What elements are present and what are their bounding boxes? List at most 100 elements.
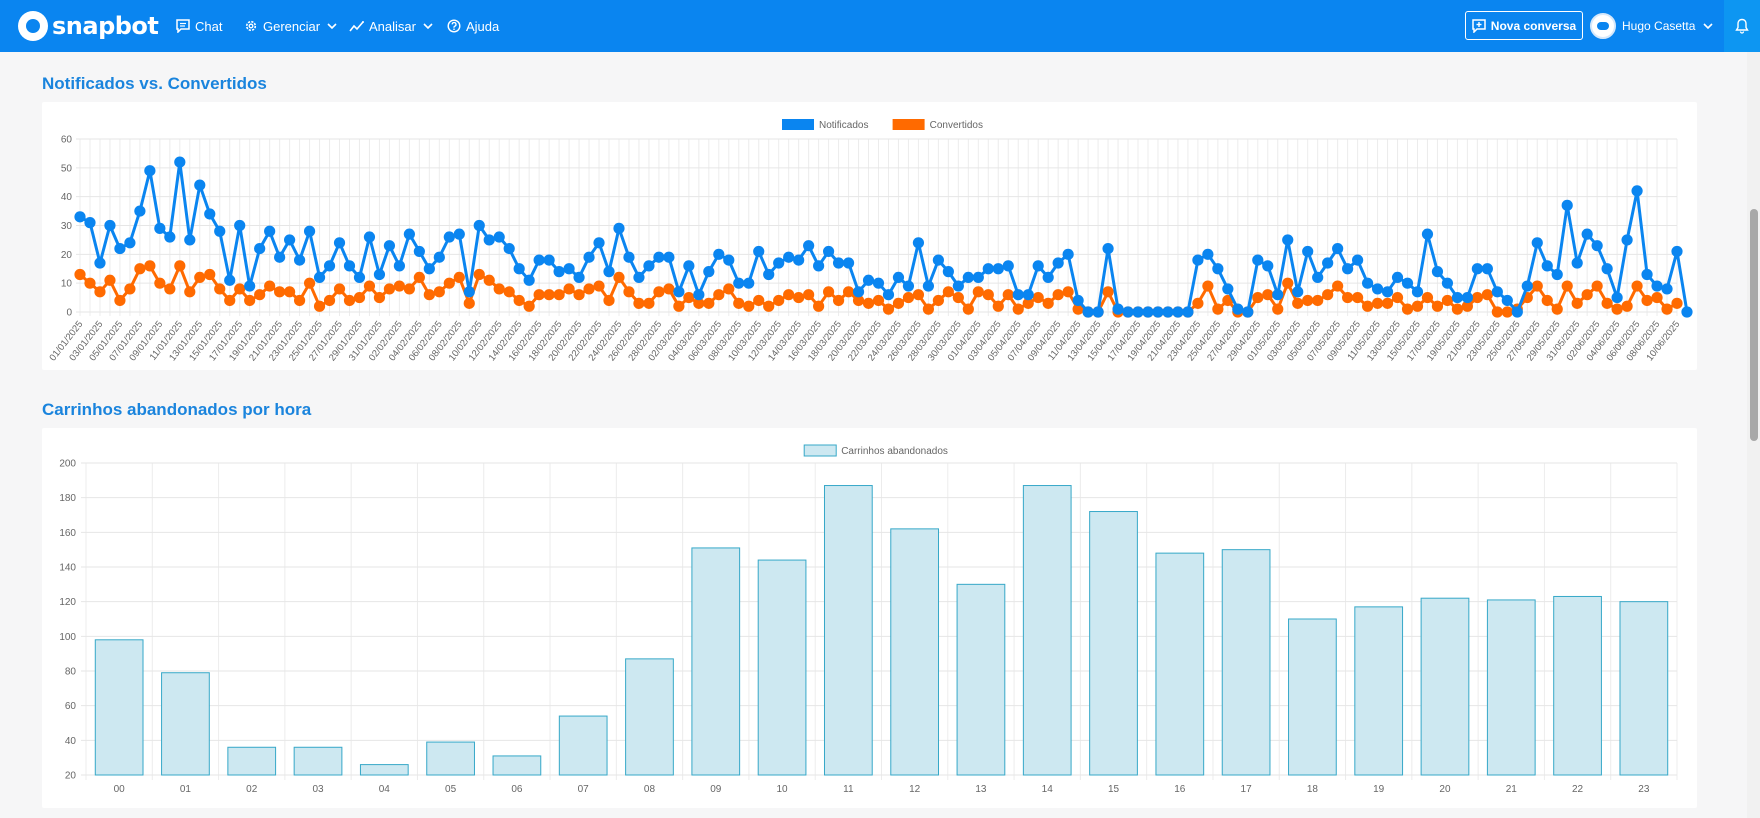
- data-point-convertidos: [94, 286, 106, 298]
- x-tick-label: 15: [1108, 784, 1120, 795]
- data-point-notificados: [653, 251, 665, 263]
- data-point-convertidos: [753, 294, 765, 307]
- x-tick-label: 22: [1572, 784, 1584, 795]
- y-tick-label: 50: [61, 163, 73, 174]
- x-tick-label: 10: [777, 784, 789, 795]
- data-point-convertidos: [1571, 297, 1583, 309]
- data-point-convertidos: [902, 291, 915, 304]
- data-point-notificados: [613, 222, 625, 234]
- data-point-notificados: [1591, 240, 1603, 252]
- data-point-convertidos: [613, 271, 625, 283]
- y-tick-label: 80: [65, 667, 77, 678]
- x-tick-label: 20: [1439, 784, 1451, 795]
- data-point-notificados: [583, 251, 595, 263]
- data-point-notificados: [1421, 228, 1434, 240]
- bar: [359, 764, 409, 776]
- data-point-notificados: [1671, 245, 1683, 258]
- data-point-convertidos: [553, 289, 565, 301]
- data-point-convertidos: [733, 297, 745, 309]
- data-point-notificados: [523, 274, 535, 286]
- x-tick-label: 00: [114, 784, 126, 795]
- data-point-notificados: [842, 257, 855, 269]
- data-point-notificados: [204, 208, 216, 220]
- data-point-convertidos: [583, 283, 595, 295]
- data-point-notificados: [673, 286, 685, 298]
- data-point-convertidos: [1491, 306, 1503, 318]
- page-scrollbar[interactable]: [1747, 52, 1760, 818]
- data-point-notificados: [1132, 306, 1144, 318]
- x-tick-label: 05: [445, 784, 457, 795]
- new-conversation-label: Nova conversa: [1490, 18, 1577, 33]
- logo-bubble-icon: [18, 11, 48, 41]
- data-point-convertidos: [603, 294, 615, 307]
- data-point-notificados: [1322, 257, 1334, 269]
- bar: [1288, 618, 1337, 776]
- data-point-convertidos: [992, 300, 1004, 312]
- nav-ajuda[interactable]: Ajuda: [447, 14, 499, 38]
- data-point-notificados: [1052, 257, 1064, 269]
- data-point-notificados: [763, 268, 775, 281]
- data-point-notificados: [1102, 242, 1114, 255]
- data-point-notificados: [164, 231, 176, 243]
- y-tick-label: 20: [61, 250, 73, 261]
- x-tick-label: 14: [1042, 784, 1054, 795]
- bar: [1486, 599, 1536, 776]
- nav-analisar[interactable]: Analisar: [349, 14, 433, 38]
- data-point-notificados: [1551, 268, 1563, 281]
- data-point-notificados: [852, 286, 865, 298]
- data-point-notificados: [683, 260, 695, 272]
- data-point-convertidos: [144, 260, 156, 272]
- data-point-notificados: [1112, 303, 1124, 315]
- data-point-notificados: [1681, 306, 1693, 318]
- notifications-button[interactable]: [1724, 0, 1760, 52]
- data-point-notificados: [1092, 306, 1104, 318]
- data-point-notificados: [932, 254, 944, 266]
- data-point-convertidos: [1431, 300, 1444, 312]
- data-point-convertidos: [174, 260, 186, 272]
- data-point-notificados: [543, 254, 555, 266]
- data-point-convertidos: [1252, 291, 1264, 304]
- data-point-convertidos: [822, 286, 835, 298]
- data-point-notificados: [1491, 286, 1503, 298]
- data-point-notificados: [1521, 280, 1533, 292]
- bar: [757, 559, 807, 776]
- legend-swatch: [803, 444, 837, 457]
- nav-gerenciar[interactable]: Gerenciar: [244, 14, 337, 38]
- data-point-convertidos: [543, 289, 555, 301]
- data-point-convertidos: [832, 294, 845, 307]
- data-point-notificados: [1152, 306, 1164, 318]
- data-point-convertidos: [523, 300, 535, 312]
- chevron-down-icon: [327, 23, 337, 29]
- data-point-convertidos: [1641, 294, 1653, 307]
- data-point-notificados: [1561, 199, 1573, 211]
- data-point-notificados: [144, 165, 156, 177]
- line-chart-card: 0 10 20 30 40 50 60 01/01/2025 03/01/2025 05/01/2…: [42, 102, 1697, 370]
- bar: [1022, 485, 1072, 776]
- user-menu[interactable]: Hugo Casetta: [1590, 12, 1713, 40]
- snapbot-logo[interactable]: snapbot: [18, 11, 159, 41]
- data-point-notificados: [1072, 294, 1084, 307]
- data-point-convertidos: [343, 294, 356, 307]
- data-point-notificados: [1401, 277, 1414, 289]
- gear-icon: [245, 20, 257, 32]
- new-conversation-button[interactable]: Nova conversa: [1465, 11, 1583, 40]
- y-tick-label: 120: [59, 597, 76, 608]
- data-point-convertidos: [1531, 280, 1543, 292]
- data-point-notificados: [723, 254, 735, 266]
- bar: [1221, 549, 1271, 776]
- data-point-notificados: [1511, 306, 1523, 318]
- data-point-convertidos: [333, 283, 346, 295]
- nav-chat[interactable]: Chat: [176, 14, 222, 38]
- scrollbar-thumb[interactable]: [1750, 209, 1758, 441]
- data-point-convertidos: [1272, 303, 1284, 315]
- data-point-notificados: [1611, 291, 1623, 304]
- data-point-notificados: [433, 251, 445, 263]
- data-point-convertidos: [413, 271, 425, 283]
- data-point-notificados: [1651, 280, 1663, 292]
- data-point-notificados: [1252, 254, 1264, 266]
- data-point-notificados: [1621, 234, 1633, 246]
- data-point-notificados: [124, 237, 136, 249]
- data-point-notificados: [1451, 291, 1464, 304]
- x-tick-label: 17: [1241, 784, 1253, 795]
- x-tick-label: 11: [843, 784, 854, 795]
